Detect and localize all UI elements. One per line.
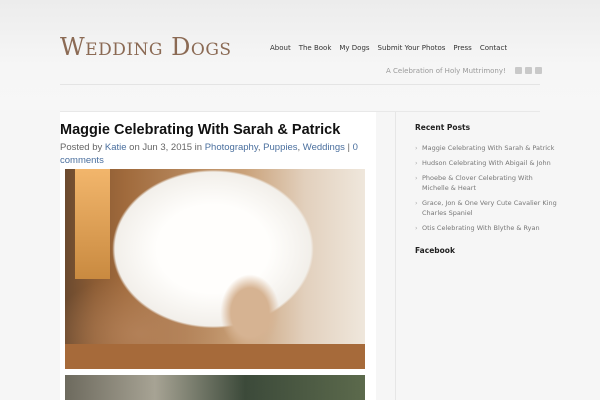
main-content: Maggie Celebrating With Sarah & Patrick …: [60, 112, 376, 400]
facebook-icon[interactable]: [535, 67, 542, 74]
category-puppies-link[interactable]: Puppies: [263, 142, 297, 153]
category-photography-link[interactable]: Photography: [205, 142, 258, 153]
meta-prefix: Posted by: [60, 142, 105, 153]
main-nav: About The Book My Dogs Submit Your Photo…: [266, 44, 511, 52]
photo-dress: [83, 169, 343, 349]
site-logo[interactable]: Wedding Dogs: [60, 33, 232, 61]
header-divider: [60, 84, 540, 85]
post-photo-second[interactable]: [65, 375, 365, 400]
nav-about[interactable]: About: [266, 44, 295, 52]
post-photo-bride-dress-dog[interactable]: [65, 169, 365, 369]
nav-press[interactable]: Press: [449, 44, 475, 52]
nav-the-book[interactable]: The Book: [295, 44, 336, 52]
facebook-widget-title: Facebook: [415, 246, 455, 255]
recent-post-link[interactable]: Maggie Celebrating With Sarah & Patrick: [415, 143, 560, 153]
site-tagline: A Celebration of Holy Muttrimony!: [386, 67, 506, 75]
recent-posts-list: Maggie Celebrating With Sarah & Patrick …: [415, 143, 560, 238]
category-weddings-link[interactable]: Weddings: [303, 142, 345, 153]
nav-submit-photos[interactable]: Submit Your Photos: [374, 44, 450, 52]
post-title[interactable]: Maggie Celebrating With Sarah & Patrick: [60, 122, 376, 138]
recent-post-link[interactable]: Phoebe & Clover Celebrating With Michell…: [415, 173, 560, 193]
twitter-icon[interactable]: [515, 67, 522, 74]
meta-date: on Jun 3, 2015 in: [126, 142, 205, 153]
photo-dog: [220, 274, 280, 344]
instagram-icon[interactable]: [525, 67, 532, 74]
nav-contact[interactable]: Contact: [476, 44, 511, 52]
recent-post-link[interactable]: Grace, Jon & One Very Cute Cavalier King…: [415, 198, 560, 218]
social-links: [515, 67, 542, 74]
recent-post-link[interactable]: Hudson Celebrating With Abigail & John: [415, 158, 560, 168]
author-link[interactable]: Katie: [105, 142, 127, 153]
recent-post-link[interactable]: Otis Celebrating With Blythe & Ryan: [415, 223, 560, 233]
recent-posts-title: Recent Posts: [415, 123, 471, 132]
sidebar-divider: [395, 112, 396, 400]
post-meta: Posted by Katie on Jun 3, 2015 in Photog…: [60, 142, 358, 166]
nav-my-dogs[interactable]: My Dogs: [335, 44, 373, 52]
